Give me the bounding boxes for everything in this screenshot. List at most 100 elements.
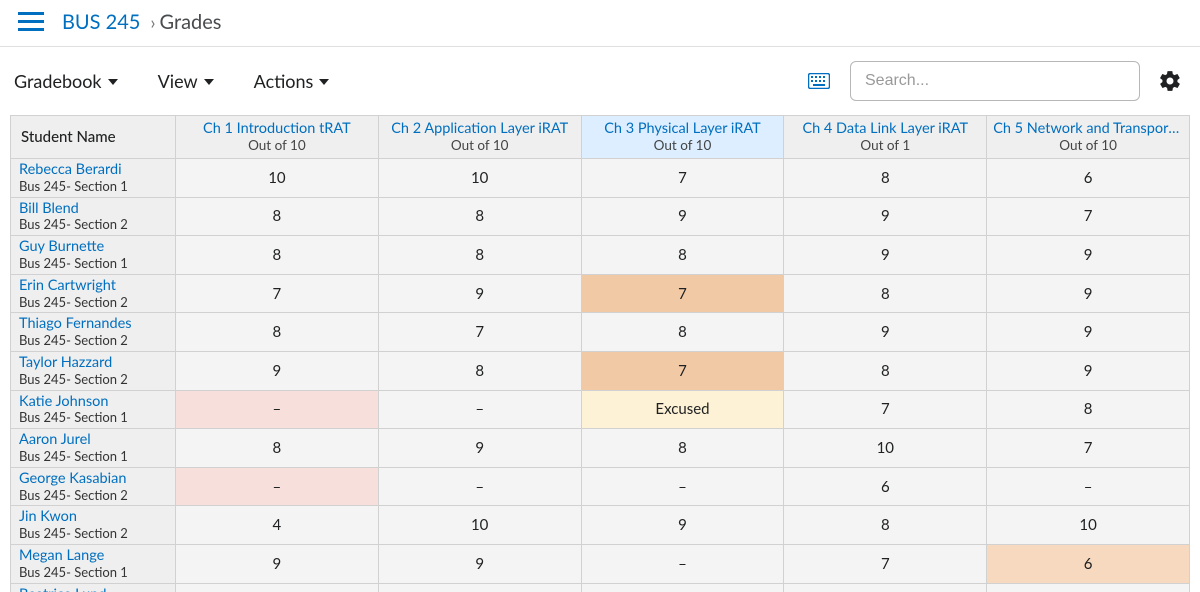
grade-cell[interactable]: 10 xyxy=(784,429,987,468)
column-name[interactable]: Ch 2 Application Layer iRAT xyxy=(385,120,575,137)
student-cell[interactable]: Aaron JurelBus 245- Section 1 xyxy=(11,429,176,468)
student-cell[interactable]: Guy BurnetteBus 245- Section 1 xyxy=(11,236,176,275)
grade-cell[interactable]: 4 xyxy=(176,506,379,545)
grade-cell[interactable]: 7 xyxy=(784,545,987,584)
grade-cell[interactable]: 7 xyxy=(176,274,379,313)
grade-cell[interactable]: 6 xyxy=(784,467,987,506)
search-input[interactable] xyxy=(850,61,1140,101)
student-cell[interactable]: George KasabianBus 245- Section 2 xyxy=(11,467,176,506)
grade-cell[interactable]: 10 xyxy=(378,506,581,545)
student-name[interactable]: Taylor Hazzard xyxy=(19,355,167,372)
grade-cell[interactable]: – xyxy=(378,467,581,506)
student-cell[interactable]: Taylor HazzardBus 245- Section 2 xyxy=(11,352,176,391)
hamburger-icon[interactable] xyxy=(18,12,44,32)
grade-cell[interactable]: 8 xyxy=(987,390,1190,429)
gear-icon[interactable] xyxy=(1158,69,1182,93)
student-name[interactable]: Megan Lange xyxy=(19,548,167,565)
column-name[interactable]: Ch 3 Physical Layer iRAT xyxy=(588,120,778,137)
grade-cell[interactable]: 9 xyxy=(581,197,784,236)
grade-cell[interactable]: – xyxy=(987,467,1190,506)
column-header-assignment[interactable]: Ch 1 Introduction tRATOut of 10 xyxy=(176,116,379,159)
grade-cell[interactable]: 8 xyxy=(378,352,581,391)
grade-cell[interactable]: 6 xyxy=(987,159,1190,198)
student-name[interactable]: Bill Blend xyxy=(19,201,167,218)
student-name[interactable]: Beatrice Lund xyxy=(19,587,167,592)
grade-cell[interactable]: 9 xyxy=(784,583,987,592)
student-cell[interactable]: Megan LangeBus 245- Section 1 xyxy=(11,545,176,584)
grade-cell[interactable]: 9 xyxy=(784,197,987,236)
view-menu[interactable]: View xyxy=(158,70,214,92)
grade-cell[interactable]: – xyxy=(378,390,581,429)
grade-cell[interactable]: 9 xyxy=(176,352,379,391)
grade-cell[interactable]: – xyxy=(581,583,784,592)
student-cell[interactable]: Jin KwonBus 245- Section 2 xyxy=(11,506,176,545)
grade-cell[interactable]: 7 xyxy=(581,352,784,391)
grade-cell[interactable]: 7 xyxy=(784,390,987,429)
grade-cell[interactable]: 10 xyxy=(378,159,581,198)
grade-cell[interactable]: 8 xyxy=(784,274,987,313)
actions-menu[interactable]: Actions xyxy=(254,70,330,92)
column-name[interactable]: Ch 4 Data Link Layer iRAT xyxy=(790,120,980,137)
student-cell[interactable]: Beatrice LundBus 245- Section 1 xyxy=(11,583,176,592)
student-name[interactable]: Rebecca Berardi xyxy=(19,162,167,179)
grade-cell[interactable]: 9 xyxy=(176,545,379,584)
grade-cell[interactable]: 7 xyxy=(581,159,784,198)
student-cell[interactable]: Rebecca BerardiBus 245- Section 1 xyxy=(11,159,176,198)
grade-cell[interactable]: 8 xyxy=(581,236,784,275)
column-name[interactable]: Ch 5 Network and Transport La... xyxy=(993,120,1183,137)
grade-cell[interactable]: – xyxy=(581,545,784,584)
grade-cell[interactable]: Excused xyxy=(581,390,784,429)
grade-cell[interactable]: 8 xyxy=(378,197,581,236)
grade-cell[interactable]: 8 xyxy=(176,313,379,352)
grade-cell[interactable]: 7 xyxy=(581,274,784,313)
grade-cell[interactable]: – xyxy=(176,467,379,506)
student-name[interactable]: Thiago Fernandes xyxy=(19,316,167,333)
grade-cell[interactable]: 8 xyxy=(581,313,784,352)
gradebook-menu[interactable]: Gradebook xyxy=(14,70,118,92)
keyboard-shortcuts-icon[interactable] xyxy=(808,73,830,89)
column-header-assignment[interactable]: Ch 4 Data Link Layer iRATOut of 1 xyxy=(784,116,987,159)
grade-cell[interactable]: – xyxy=(176,390,379,429)
student-name[interactable]: Jin Kwon xyxy=(19,509,167,526)
student-cell[interactable]: Bill BlendBus 245- Section 2 xyxy=(11,197,176,236)
grade-cell[interactable]: – xyxy=(581,467,784,506)
grade-cell[interactable]: 9 xyxy=(987,313,1190,352)
breadcrumb-root[interactable]: BUS 245 xyxy=(62,10,140,34)
grade-cell[interactable]: 7 xyxy=(987,429,1190,468)
grade-cell[interactable]: 8 xyxy=(581,429,784,468)
student-name[interactable]: Erin Cartwright xyxy=(19,278,167,295)
grade-cell[interactable]: 9 xyxy=(987,352,1190,391)
student-cell[interactable]: Thiago FernandesBus 245- Section 2 xyxy=(11,313,176,352)
grade-cell[interactable]: 8 xyxy=(987,583,1190,592)
student-name[interactable]: Aaron Jurel xyxy=(19,432,167,449)
grade-cell[interactable]: 9 xyxy=(987,236,1190,275)
grade-cell[interactable]: 7 xyxy=(378,313,581,352)
grade-cell[interactable]: 8 xyxy=(378,583,581,592)
student-name[interactable]: George Kasabian xyxy=(19,471,167,488)
grade-cell[interactable]: 9 xyxy=(581,506,784,545)
grade-cell[interactable]: 8 xyxy=(784,506,987,545)
grade-cell[interactable]: 8 xyxy=(176,197,379,236)
student-name[interactable]: Guy Burnette xyxy=(19,239,167,256)
grade-cell[interactable]: 8 xyxy=(378,236,581,275)
student-name[interactable]: Katie Johnson xyxy=(19,394,167,411)
grade-cell[interactable]: 9 xyxy=(987,274,1190,313)
grade-cell[interactable]: 8 xyxy=(176,583,379,592)
grade-cell[interactable]: 9 xyxy=(378,545,581,584)
grade-cell[interactable]: 8 xyxy=(784,352,987,391)
grade-cell[interactable]: 9 xyxy=(784,313,987,352)
student-cell[interactable]: Erin CartwrightBus 245- Section 2 xyxy=(11,274,176,313)
grade-cell[interactable]: 9 xyxy=(378,429,581,468)
grade-cell[interactable]: 6 xyxy=(987,545,1190,584)
grade-cell[interactable]: 9 xyxy=(784,236,987,275)
grade-cell[interactable]: 10 xyxy=(176,159,379,198)
grade-cell[interactable]: 8 xyxy=(784,159,987,198)
grade-cell[interactable]: 8 xyxy=(176,236,379,275)
column-name[interactable]: Ch 1 Introduction tRAT xyxy=(182,120,372,137)
grade-cell[interactable]: 8 xyxy=(176,429,379,468)
column-header-assignment[interactable]: Ch 2 Application Layer iRATOut of 10 xyxy=(378,116,581,159)
student-cell[interactable]: Katie JohnsonBus 245- Section 1 xyxy=(11,390,176,429)
column-header-student[interactable]: Student Name xyxy=(11,116,176,159)
grade-cell[interactable]: 7 xyxy=(987,197,1190,236)
column-header-assignment[interactable]: Ch 3 Physical Layer iRATOut of 10 xyxy=(581,116,784,159)
